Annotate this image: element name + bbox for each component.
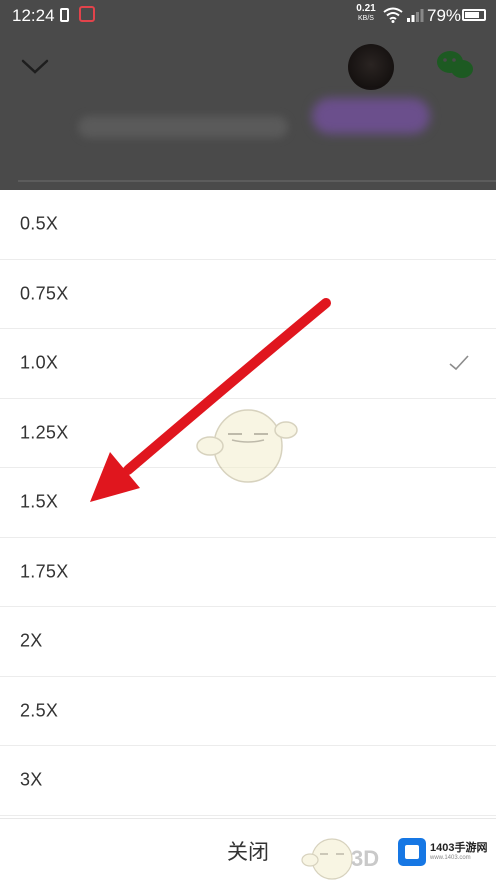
battery-percent: 79% [427, 6, 462, 25]
network-speed-value: 0.21 [356, 3, 376, 14]
dimmed-player-background: 12:24 0.21 KB/S 79% [0, 0, 496, 190]
blurred-action-button [312, 98, 430, 134]
status-time: 12:24 [12, 6, 55, 25]
close-button-label: 关闭 [227, 840, 269, 864]
speed-option-1-75x[interactable]: 1.75X [0, 537, 496, 607]
speed-option-1-5x[interactable]: 1.5X [0, 468, 496, 538]
status-bar: 12:24 0.21 KB/S 79% [0, 0, 496, 32]
speed-option-label: 2.5X [20, 700, 59, 721]
screen: 12:24 0.21 KB/S 79% 0.5X 0.75X 1.0X 1.25… [0, 0, 496, 885]
speed-option-1-0x[interactable]: 1.0X [0, 329, 496, 399]
app-notification-icon [79, 6, 95, 22]
speed-option-0-5x[interactable]: 0.5X [0, 190, 496, 260]
divider [18, 180, 496, 182]
speed-option-1-25x[interactable]: 1.25X [0, 398, 496, 468]
chevron-down-icon[interactable] [18, 52, 52, 80]
speed-option-label: 0.5X [20, 213, 59, 234]
speed-option-label: 3X [20, 769, 43, 790]
avatar[interactable] [348, 44, 394, 90]
speed-option-label: 1.75X [20, 561, 69, 582]
speed-option-2-5x[interactable]: 2.5X [0, 676, 496, 746]
speed-option-label: 1.5X [20, 491, 59, 512]
speed-option-label: 1.25X [20, 422, 69, 443]
playback-speed-list: 0.5X 0.75X 1.0X 1.25X 1.5X 1.75X 2X 2.5X… [0, 190, 496, 816]
network-speed: 0.21 KB/S [352, 4, 380, 24]
speed-option-3x[interactable]: 3X [0, 746, 496, 816]
signal-icon [407, 9, 424, 22]
network-speed-unit: KB/S [358, 15, 374, 22]
wifi-icon [383, 7, 403, 23]
speed-option-0-75x[interactable]: 0.75X [0, 259, 496, 329]
speed-option-2x[interactable]: 2X [0, 607, 496, 677]
blurred-title [78, 116, 288, 138]
speed-option-label: 0.75X [20, 283, 69, 304]
wechat-icon[interactable] [434, 48, 476, 82]
checkmark-icon [449, 355, 469, 371]
vibrate-icon [60, 8, 69, 22]
speed-option-label: 2X [20, 630, 43, 651]
battery-icon [462, 9, 486, 21]
speed-option-label: 1.0X [20, 352, 59, 373]
close-button[interactable]: 关闭 [0, 818, 496, 885]
